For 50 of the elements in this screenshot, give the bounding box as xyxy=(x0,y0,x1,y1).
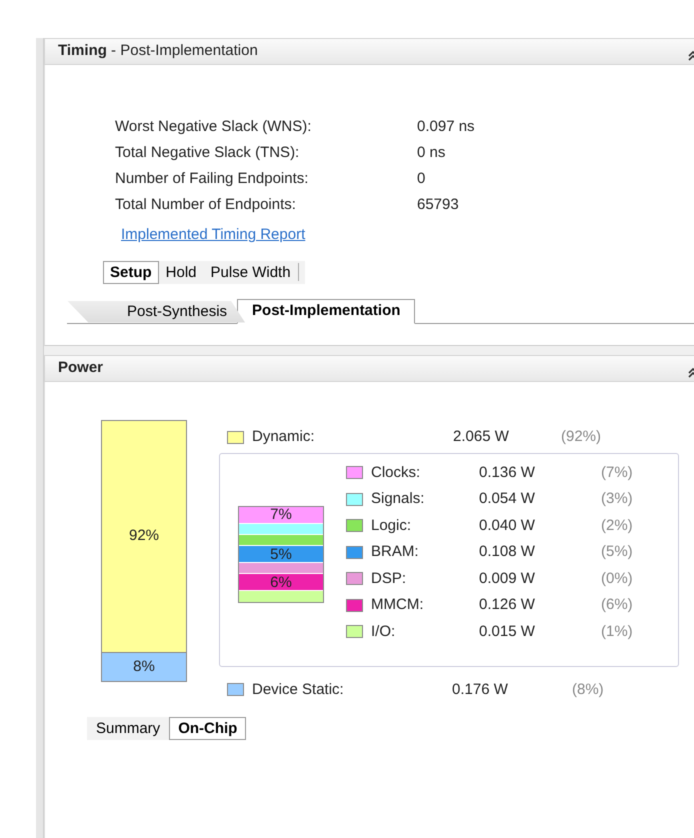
bar-segment: 92% xyxy=(102,421,186,652)
legend-label: Signals: xyxy=(371,489,426,509)
metric-value: 0.097 ns xyxy=(417,117,475,137)
metric-label: Total Number of Endpoints: xyxy=(115,195,297,215)
power-percent: (92%) xyxy=(561,427,602,447)
power-percent: (6%) xyxy=(601,595,633,615)
power-percent: (7%) xyxy=(601,462,633,482)
power-percent: (1%) xyxy=(601,622,633,642)
metric-value: 65793 xyxy=(417,195,459,215)
legend-label: DSP: xyxy=(371,568,408,588)
legend-label: MMCM: xyxy=(371,595,424,615)
metric-value: 0 ns xyxy=(417,143,446,163)
metric-label: Number of Failing Endpoints: xyxy=(115,169,310,189)
legend-label: Logic: xyxy=(371,516,412,536)
power-percent: (3%) xyxy=(601,489,633,509)
report-link[interactable]: Implemented Timing Report xyxy=(121,224,306,246)
legend-label: Clocks: xyxy=(371,462,422,482)
view-tab[interactable]: On-Chip xyxy=(169,717,246,740)
legend-label: I/O: xyxy=(371,622,396,642)
power-percent: (2%) xyxy=(601,516,633,536)
power-percent: (0%) xyxy=(601,568,633,588)
bar-segment: 5% xyxy=(239,544,323,562)
bar-segment: 7% xyxy=(239,506,323,523)
run-tab[interactable]: Post-Implementation xyxy=(237,298,416,324)
power-value: 0.136 W xyxy=(479,462,536,482)
panel-title: Timing - Post-Implementation xyxy=(58,41,258,62)
power-value: 0.015 W xyxy=(479,622,536,642)
power-value: 0.108 W xyxy=(479,542,536,562)
view-tab[interactable]: Summary xyxy=(87,717,170,740)
check-tab[interactable]: Hold xyxy=(158,260,204,284)
metric-value: 0 xyxy=(417,169,426,189)
bar-segment: 8% xyxy=(102,652,186,681)
run-tab[interactable]: Post-Synthesis xyxy=(67,300,246,322)
power-value: 0.126 W xyxy=(479,595,536,615)
power-value: 0.176 W xyxy=(452,680,509,700)
power-value: 0.054 W xyxy=(479,489,536,509)
bar-segment: 6% xyxy=(239,573,323,590)
power-value: 0.009 W xyxy=(479,568,536,588)
power-value: 2.065 W xyxy=(453,427,510,447)
legend-label: Dynamic: xyxy=(252,427,316,447)
legend-label: Device Static: xyxy=(252,680,345,700)
power-percent: (8%) xyxy=(572,680,604,700)
metric-label: Total Negative Slack (TNS): xyxy=(115,143,300,163)
power-value: 0.040 W xyxy=(479,516,536,536)
check-tab[interactable]: Pulse Width xyxy=(204,260,298,284)
legend-label: BRAM: xyxy=(371,542,420,562)
power-percent: (5%) xyxy=(601,542,633,562)
metric-label: Worst Negative Slack (WNS): xyxy=(115,117,312,137)
panel-title: Power xyxy=(58,358,104,378)
check-tab[interactable]: Setup xyxy=(103,260,159,284)
